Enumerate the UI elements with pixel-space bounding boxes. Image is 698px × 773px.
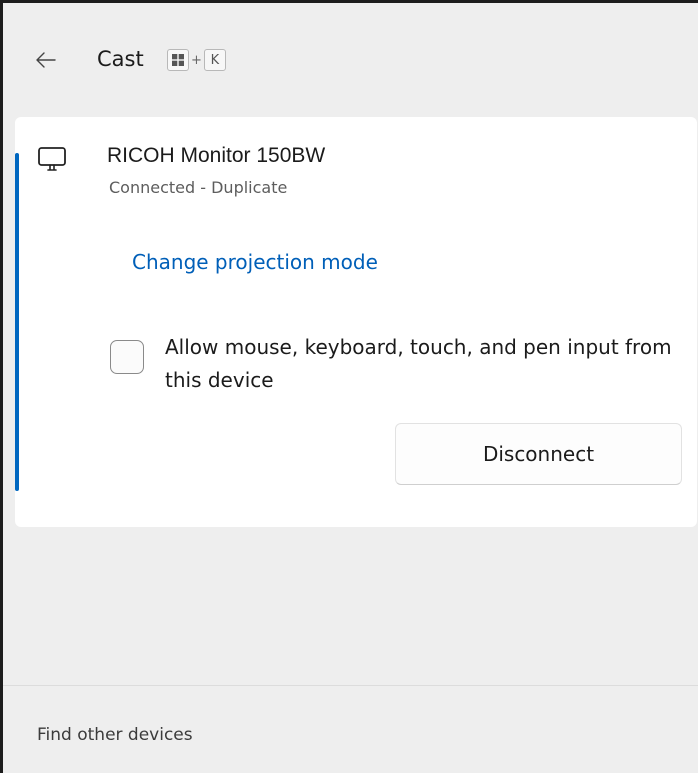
monitor-icon	[38, 147, 66, 171]
back-button[interactable]	[31, 45, 61, 75]
change-projection-mode-link[interactable]: Change projection mode	[132, 250, 378, 274]
allow-input-label: Allow mouse, keyboard, touch, and pen in…	[165, 335, 672, 392]
cast-panel: Cast + K RICOH Monitor 150BW Connected -…	[0, 0, 698, 773]
device-status: Connected - Duplicate	[109, 178, 288, 197]
device-card: RICOH Monitor 150BW Connected - Duplicat…	[15, 117, 697, 527]
device-name: RICOH Monitor 150BW	[107, 144, 326, 167]
shortcut-plus: +	[191, 52, 202, 68]
k-key: K	[203, 49, 226, 71]
windows-logo-icon	[172, 54, 184, 66]
allow-input-checkbox[interactable]	[110, 340, 144, 374]
find-other-devices-link[interactable]: Find other devices	[37, 725, 193, 745]
selected-indicator	[15, 153, 19, 491]
arrow-left-icon	[36, 52, 56, 68]
keyboard-shortcut: + K	[167, 49, 226, 71]
windows-key	[167, 49, 189, 71]
disconnect-button[interactable]: Disconnect	[395, 423, 682, 485]
page-title: Cast	[97, 47, 144, 71]
cast-header: Cast + K	[3, 3, 698, 107]
footer-divider	[3, 685, 698, 686]
